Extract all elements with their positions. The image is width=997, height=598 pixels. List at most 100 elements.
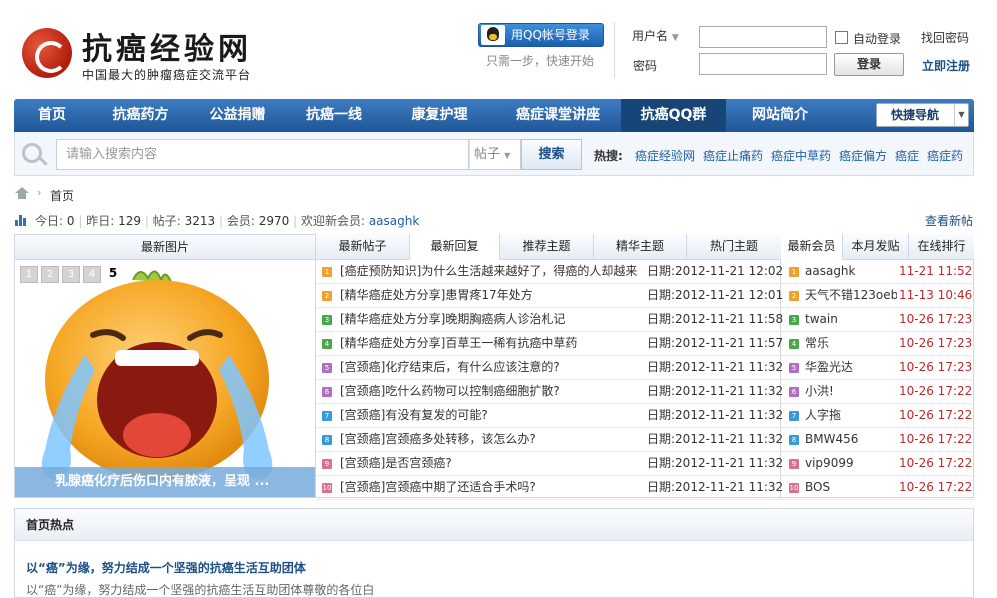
member-name[interactable]: 天气不错123oeb	[805, 284, 897, 307]
post-title[interactable]: [癌症预防知识]为什么生活越来越好了，得癌的人却越来	[340, 260, 643, 283]
post-title[interactable]: [宫颈癌]是否宫颈癌?	[340, 452, 643, 475]
tab-new-members[interactable]: 最新会员	[781, 234, 843, 260]
rank-icon: 4	[789, 339, 799, 349]
post-title[interactable]: [精华癌症处方分享]百草王一稀有抗癌中草药	[340, 332, 643, 355]
member-row[interactable]: 5 华盈光达 10-26 17:23	[781, 356, 974, 380]
auto-login-label[interactable]: 自动登录	[853, 30, 901, 47]
post-title[interactable]: [宫颈癌]吃什么药物可以控制癌细胞扩散?	[340, 380, 643, 403]
rank-icon: 5	[789, 363, 799, 373]
member-row[interactable]: 8 BMW456 10-26 17:22	[781, 428, 974, 452]
slide-page-1[interactable]: 1	[20, 266, 38, 283]
member-row[interactable]: 10 BOS 10-26 17:22	[781, 476, 974, 500]
post-row[interactable]: 9 [宫颈癌]是否宫颈癌? 日期:2012-11-21 11:32	[316, 452, 784, 476]
username-label[interactable]: 用户名 ▼	[632, 27, 679, 44]
post-row[interactable]: 10 [宫颈癌]宫颈癌中期了还适合手术吗? 日期:2012-11-21 11:32	[316, 476, 783, 500]
slide-page-3[interactable]: 3	[62, 266, 80, 283]
member-name[interactable]: 常乐	[805, 332, 897, 355]
member-row[interactable]: 9 vip9099 10-26 17:22	[781, 452, 974, 476]
post-row[interactable]: 6 [宫颈癌]吃什么药物可以控制癌细胞扩散? 日期:2012-11-21 11:32	[316, 380, 783, 404]
quick-nav-button[interactable]: 快捷导航 ▼	[876, 103, 969, 127]
breadcrumb-current[interactable]: 首页	[50, 187, 74, 204]
post-row[interactable]: 4 [精华癌症处方分享]百草王一稀有抗癌中草药 日期:2012-11-21 11:5…	[316, 332, 784, 356]
chevron-down-icon: ▼	[671, 33, 679, 43]
nav-item-home[interactable]: 首页	[14, 99, 90, 132]
login-button[interactable]: 登录	[834, 53, 904, 76]
hot-search-link[interactable]: 癌症药	[927, 147, 963, 164]
hot-search-link[interactable]: 癌症	[895, 147, 919, 164]
slide-page-2[interactable]: 2	[41, 266, 59, 283]
home-icon[interactable]	[15, 187, 29, 199]
qq-login-note: 只需一步，快速开始	[486, 54, 595, 68]
tab-monthly-posters[interactable]: 本月发贴	[843, 234, 909, 260]
chevron-down-icon: ▼	[504, 151, 511, 160]
member-row[interactable]: 6 小洪! 10-26 17:22	[781, 380, 974, 404]
post-title[interactable]: [宫颈癌]化疗结束后，有什么应该注意的?	[340, 356, 643, 379]
member-name[interactable]: twain	[805, 308, 897, 331]
tab-latest-replies[interactable]: 最新回复	[410, 234, 500, 260]
member-name[interactable]: vip9099	[805, 452, 897, 475]
qq-login-button[interactable]: 用QQ帐号登录	[478, 23, 604, 47]
member-name[interactable]: BMW456	[805, 428, 897, 451]
password-input[interactable]	[699, 53, 827, 75]
hot-search-link[interactable]: 癌症止痛药	[703, 147, 763, 164]
nav-item-about[interactable]: 网站简介	[726, 99, 834, 132]
post-row[interactable]: 8 [宫颈癌]宫颈癌多处转移，该怎么办? 日期:2012-11-21 11:32	[316, 428, 783, 452]
new-member-link[interactable]: aasaghk	[369, 214, 419, 228]
post-title[interactable]: [宫颈癌]宫颈癌多处转移，该怎么办?	[340, 428, 643, 451]
member-name[interactable]: 人字拖	[805, 404, 897, 427]
bar-chart-icon	[15, 213, 29, 226]
rank-icon: 3	[322, 315, 332, 325]
qq-penguin-icon	[481, 25, 505, 45]
member-name[interactable]: 小洪!	[805, 380, 897, 403]
slideshow-caption[interactable]: 乳腺癌化疗后伤口内有脓液，呈现 ...	[15, 467, 315, 497]
register-link[interactable]: 立即注册	[922, 57, 970, 74]
search-button[interactable]: 搜索	[521, 139, 582, 170]
member-row[interactable]: 2 天气不错123oeb 11-13 10:46	[781, 284, 974, 308]
slide-page-5[interactable]: 5	[104, 266, 122, 283]
username-input[interactable]	[699, 26, 827, 48]
member-row[interactable]: 3 twain 10-26 17:23	[781, 308, 974, 332]
hot-search-link[interactable]: 癌症偏方	[839, 147, 887, 164]
home-hot-title[interactable]: 以“癌”为缘，努力结成一个坚强的抗癌生活互助团体	[26, 559, 306, 576]
post-title[interactable]: [宫颈癌]宫颈癌中期了还适合手术吗?	[340, 476, 643, 499]
nav-item-qq-group[interactable]: 抗癌QQ群	[621, 99, 726, 132]
tab-online-ranking[interactable]: 在线排行	[909, 234, 974, 260]
post-row[interactable]: 2 [精华癌症处方分享]患胃疼17年处方 日期:2012-11-21 12:01	[316, 284, 783, 308]
nav-item-cancer-recipes[interactable]: 抗癌药方	[90, 99, 191, 132]
member-name[interactable]: 华盈光达	[805, 356, 897, 379]
post-title[interactable]: [精华癌症处方分享]患胃疼17年处方	[340, 284, 643, 307]
tab-recommended[interactable]: 推荐主题	[500, 234, 594, 260]
tab-featured[interactable]: 精华主题	[594, 234, 687, 260]
member-row[interactable]: 1 aasaghk 11-21 11:52	[781, 260, 974, 284]
member-row[interactable]: 4 常乐 10-26 17:23	[781, 332, 974, 356]
post-row[interactable]: 5 [宫颈癌]化疗结束后，有什么应该注意的? 日期:2012-11-21 11:32	[316, 356, 783, 380]
member-name[interactable]: aasaghk	[805, 260, 897, 283]
post-row[interactable]: 1 [癌症预防知识]为什么生活越来越好了，得癌的人却越来 日期:2012-11-21…	[316, 260, 783, 284]
view-new-posts-link[interactable]: 查看新帖	[925, 212, 973, 229]
slide-page-4[interactable]: 4	[83, 266, 101, 283]
tab-hot[interactable]: 热门主题	[687, 234, 781, 260]
hot-search-link[interactable]: 癌症中草药	[771, 147, 831, 164]
post-date: 日期:2012-11-21 11:57	[647, 336, 784, 350]
member-join-date: 10-26 17:23	[899, 312, 973, 326]
member-row[interactable]: 7 人字拖 10-26 17:22	[781, 404, 974, 428]
site-logo-icon[interactable]	[22, 28, 72, 78]
search-input[interactable]: 请输入搜索内容	[56, 139, 469, 170]
post-title[interactable]: [宫颈癌]有没有复发的可能?	[340, 404, 643, 427]
nav-item-rehab-care[interactable]: 康复护理	[384, 99, 495, 132]
auto-login-checkbox[interactable]	[835, 31, 848, 44]
post-date: 日期:2012-11-21 11:32	[647, 456, 784, 470]
member-name[interactable]: BOS	[805, 476, 897, 499]
tab-latest-posts[interactable]: 最新帖子	[316, 234, 410, 260]
post-title[interactable]: [精华癌症处方分享]晚期胸癌病人诊治札记	[340, 308, 643, 331]
nav-item-lectures[interactable]: 癌症课堂讲座	[495, 99, 621, 132]
post-row[interactable]: 7 [宫颈癌]有没有复发的可能? 日期:2012-11-21 11:32	[316, 404, 783, 428]
find-password-link[interactable]: 找回密码	[921, 29, 969, 46]
slideshow-image[interactable]	[15, 260, 315, 497]
nav-item-donation[interactable]: 公益捐赠	[191, 99, 284, 132]
site-title[interactable]: 抗癌经验网	[82, 24, 252, 68]
search-type-select[interactable]: 帖子 ▼	[469, 139, 521, 170]
nav-item-frontline[interactable]: 抗癌一线	[284, 99, 384, 132]
post-row[interactable]: 3 [精华癌症处方分享]晚期胸癌病人诊治札记 日期:2012-11-21 11:58	[316, 308, 783, 332]
hot-search-link[interactable]: 癌症经验网	[635, 147, 695, 164]
